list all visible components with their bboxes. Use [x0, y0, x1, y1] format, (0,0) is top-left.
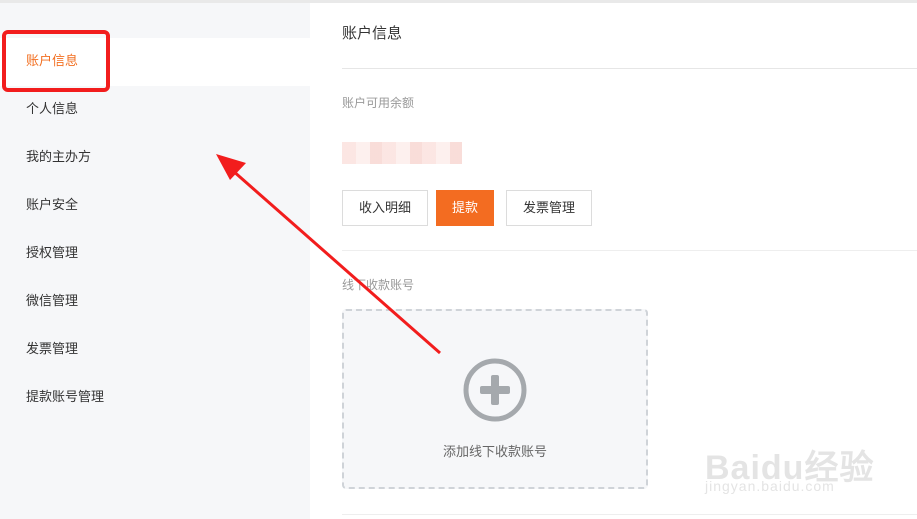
- sidebar-item-my-organizer[interactable]: 我的主办方: [0, 134, 310, 182]
- bottom-divider: [342, 514, 917, 515]
- title-divider: [342, 68, 917, 69]
- watermark-url: jingyan.baidu.com: [705, 478, 835, 494]
- offline-account-label: 线下收款账号: [342, 278, 415, 292]
- withdraw-button[interactable]: 提款: [436, 190, 494, 226]
- highlight-box: [2, 30, 110, 92]
- sidebar-item-wechat[interactable]: 微信管理: [0, 278, 310, 326]
- plus-circle-icon: [463, 358, 527, 422]
- sidebar-item-withdraw-account[interactable]: 提款账号管理: [0, 374, 310, 422]
- watermark: Baidu经验 jingyan.baidu.com: [700, 440, 910, 500]
- invoice-manage-button[interactable]: 发票管理: [506, 190, 592, 226]
- sidebar-item-personal-info[interactable]: 个人信息: [0, 86, 310, 134]
- balance-label: 账户可用余额: [342, 96, 415, 110]
- income-detail-button[interactable]: 收入明细: [342, 190, 428, 226]
- sidebar-item-account-security[interactable]: 账户安全: [0, 182, 310, 230]
- section-divider: [342, 250, 917, 251]
- sidebar-item-authorization[interactable]: 授权管理: [0, 230, 310, 278]
- add-offline-account-label: 添加线下收款账号: [442, 445, 547, 460]
- sidebar-item-invoice[interactable]: 发票管理: [0, 326, 310, 374]
- page-title: 账户信息: [342, 24, 403, 42]
- add-offline-account-card[interactable]: 添加线下收款账号: [342, 309, 648, 489]
- balance-value-blurred: [342, 142, 462, 164]
